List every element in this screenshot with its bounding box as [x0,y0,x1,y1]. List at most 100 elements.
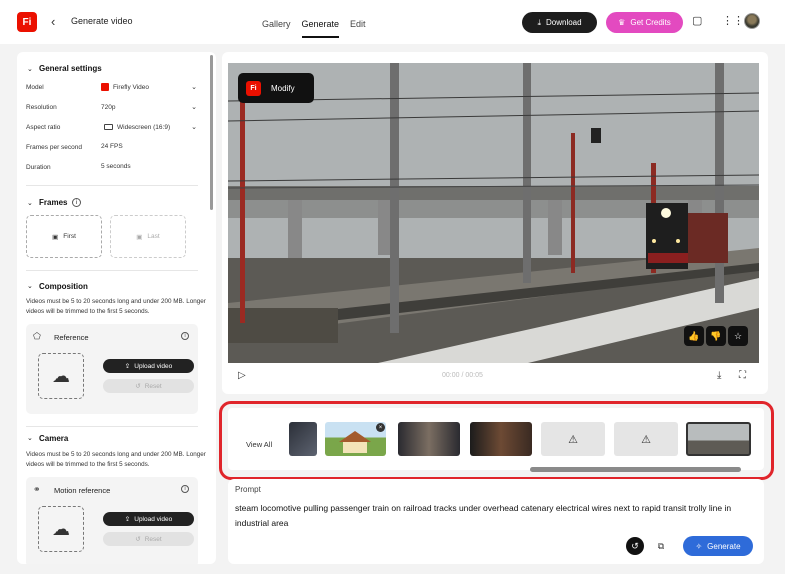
history-icon[interactable]: ↺ [626,537,644,555]
generate-label: Generate [707,541,741,551]
model-value: Firefly Video [113,83,150,91]
model-select[interactable]: Firefly Video ⌄ [101,83,197,91]
info-icon[interactable]: i [181,332,189,340]
aspect-ratio-label: Aspect ratio [26,124,61,131]
image-add-icon: ▣ [136,233,143,241]
video-preview[interactable]: Fi Modify 👍 👎 ☆ [228,63,759,363]
chevron-down-icon[interactable]: ⌄ [27,434,33,442]
back-arrow-icon[interactable]: ‹ [51,14,55,29]
reset-label: Reset [144,382,162,390]
modify-label: Modify [271,83,295,93]
upload-video-label: Upload video [134,515,173,523]
camera-title: Camera [39,434,69,443]
first-frame-label: First [63,233,76,240]
reference-shapes-icon: ⬠ [33,331,41,341]
divider [26,270,198,271]
prompt-label: Prompt [235,485,261,494]
last-frame-label: Last [147,233,160,240]
upload-video-label: Upload video [134,362,173,370]
play-icon[interactable]: ▷ [238,370,246,381]
firefly-logo: Fi [246,80,261,96]
download-icon: ⤓ [537,17,541,27]
info-icon[interactable]: i [72,198,81,207]
image-add-icon: ▣ [52,233,59,241]
avatar[interactable] [744,13,760,29]
upload-icon: ⇪ [124,516,131,523]
camera-motion-icon: ⚭ [33,484,41,494]
app-header: Fi ‹ Generate video Gallery Generate Edi… [0,0,785,44]
reset-icon: ↺ [135,536,141,543]
chevron-down-icon: ⌄ [191,124,197,131]
reset-label: Reset [144,535,162,543]
composition-title: Composition [39,282,88,291]
download-icon[interactable]: ⤓ [717,370,721,381]
download-button[interactable]: ⤓ Download [522,12,597,33]
upload-video-button[interactable]: ⇪ Upload video [103,359,194,373]
divider [26,185,198,186]
upload-drop-zone[interactable]: ☁ [38,353,84,399]
aspect-ratio-value: Widescreen (16:9) [117,123,171,131]
reset-button[interactable]: ↺ Reset [103,532,194,546]
frames-title: Frames [39,198,68,207]
highlight-annotation [219,401,774,480]
generate-button[interactable]: ✧ Generate [683,536,753,556]
settings-panel: ⌄ General settings Model Firefly Video ⌄… [17,52,216,564]
tab-edit[interactable]: Edit [350,19,366,38]
upload-video-button[interactable]: ⇪ Upload video [103,512,194,526]
resolution-label: Resolution [26,104,57,111]
upload-drop-zone[interactable]: ☁ [38,506,84,552]
prompt-settings-icon[interactable]: ⧉ [652,537,670,555]
motion-reference-title: Motion reference [54,486,111,495]
sparkle-icon: ✧ [695,541,703,551]
chevron-down-icon: ⌄ [191,104,197,111]
general-settings-title: General settings [39,64,102,73]
upload-cloud-icon: ☁ [52,365,70,386]
camera-note: Videos must be 5 to 20 seconds long and … [26,451,206,468]
aspect-ratio-select[interactable]: Widescreen (16:9) ⌄ [104,123,197,131]
model-label: Model [26,84,44,91]
last-frame-slot[interactable]: ▣ Last [110,215,186,258]
download-label: Download [545,18,582,27]
apps-grid-icon[interactable]: ⋮⋮ [722,14,744,27]
divider [26,426,198,427]
fps-label: Frames per second [26,144,82,151]
modify-button[interactable]: Fi Modify [238,73,314,103]
panel-scrollbar[interactable] [210,55,213,210]
chevron-down-icon: ⌄ [191,84,197,91]
first-frame-slot[interactable]: ▣ First [26,215,102,258]
upload-cloud-icon: ☁ [52,518,70,539]
chevron-down-icon[interactable]: ⌄ [27,199,33,207]
composition-note: Videos must be 5 to 20 seconds long and … [26,298,206,315]
widescreen-icon [104,124,113,130]
tab-gallery[interactable]: Gallery [262,19,291,38]
thumbs-up-icon[interactable]: 👍 [684,326,704,346]
motion-reference-card: ⚭ Motion reference i ☁ ⇪ Upload video ↺ … [26,477,198,564]
prompt-input[interactable]: steam locomotive pulling passenger train… [235,501,755,531]
train-scene-image [228,63,759,363]
resolution-value: 720p [101,103,116,111]
feedback-icon[interactable]: ▢ [692,14,702,27]
duration-value: 5 seconds [101,163,131,170]
crown-icon: ♛ [618,18,626,27]
main-tabs: Gallery Generate Edit [262,19,377,38]
add-favorite-icon[interactable]: ☆ [728,326,748,346]
upload-icon: ⇪ [124,363,131,370]
duration-label: Duration [26,164,51,171]
chevron-down-icon[interactable]: ⌄ [27,65,33,73]
tab-generate[interactable]: Generate [301,19,340,38]
info-icon[interactable]: i [181,485,189,493]
reference-title: Reference [54,333,89,342]
reference-card: ⬠ Reference i ☁ ⇪ Upload video ↺ Reset [26,324,198,414]
fullscreen-icon[interactable]: ⛶ [739,370,746,381]
fps-value: 24 FPS [101,143,123,150]
get-credits-button[interactable]: ♛ Get Credits [606,12,683,33]
firefly-logo[interactable]: Fi [17,12,37,32]
chevron-down-icon[interactable]: ⌄ [27,282,33,290]
thumbs-down-icon[interactable]: 👎 [706,326,726,346]
resolution-select[interactable]: 720p ⌄ [101,103,197,112]
reset-button[interactable]: ↺ Reset [103,379,194,393]
page-title: Generate video [71,16,133,26]
prompt-panel: Prompt steam locomotive pulling passenge… [228,479,764,564]
preview-panel: Fi Modify 👍 👎 ☆ ▷ 00:00 / 00:05 ⤓ ⛶ [222,52,768,394]
playback-time: 00:00 / 00:05 [442,372,483,379]
